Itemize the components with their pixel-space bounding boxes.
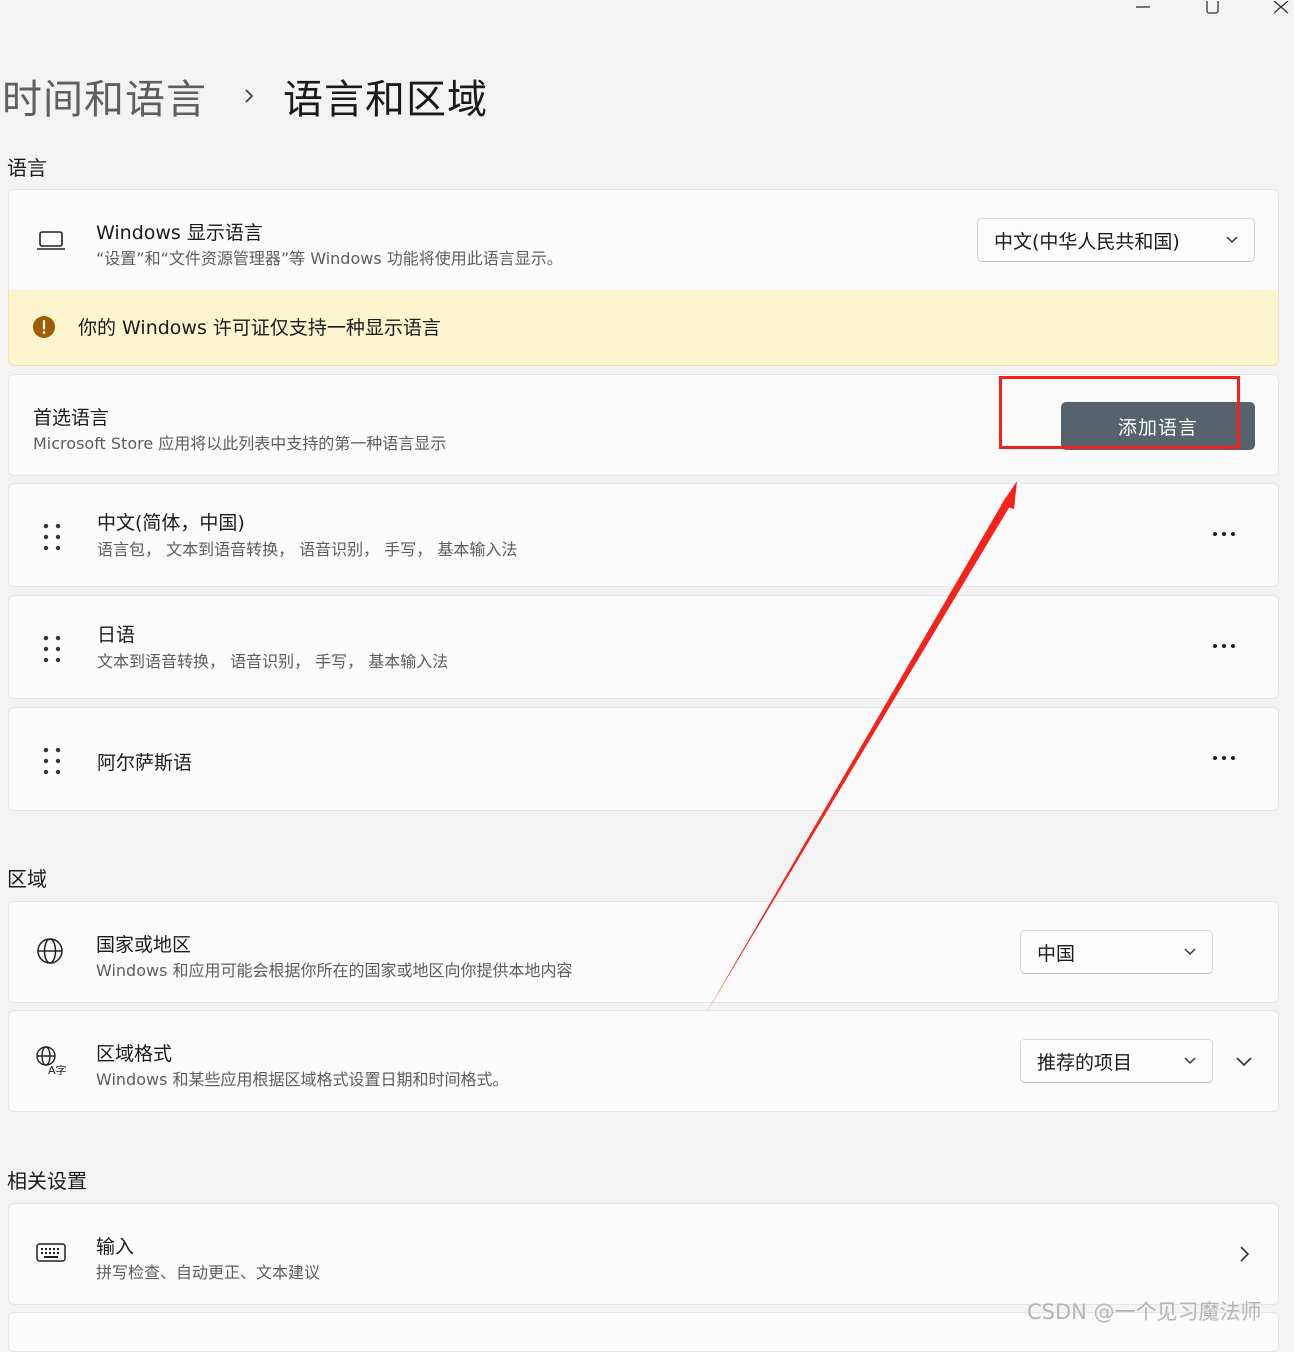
watermark: CSDN @一个见习魔法师 (1027, 1300, 1262, 1324)
annotation-arrow (705, 481, 1017, 1015)
